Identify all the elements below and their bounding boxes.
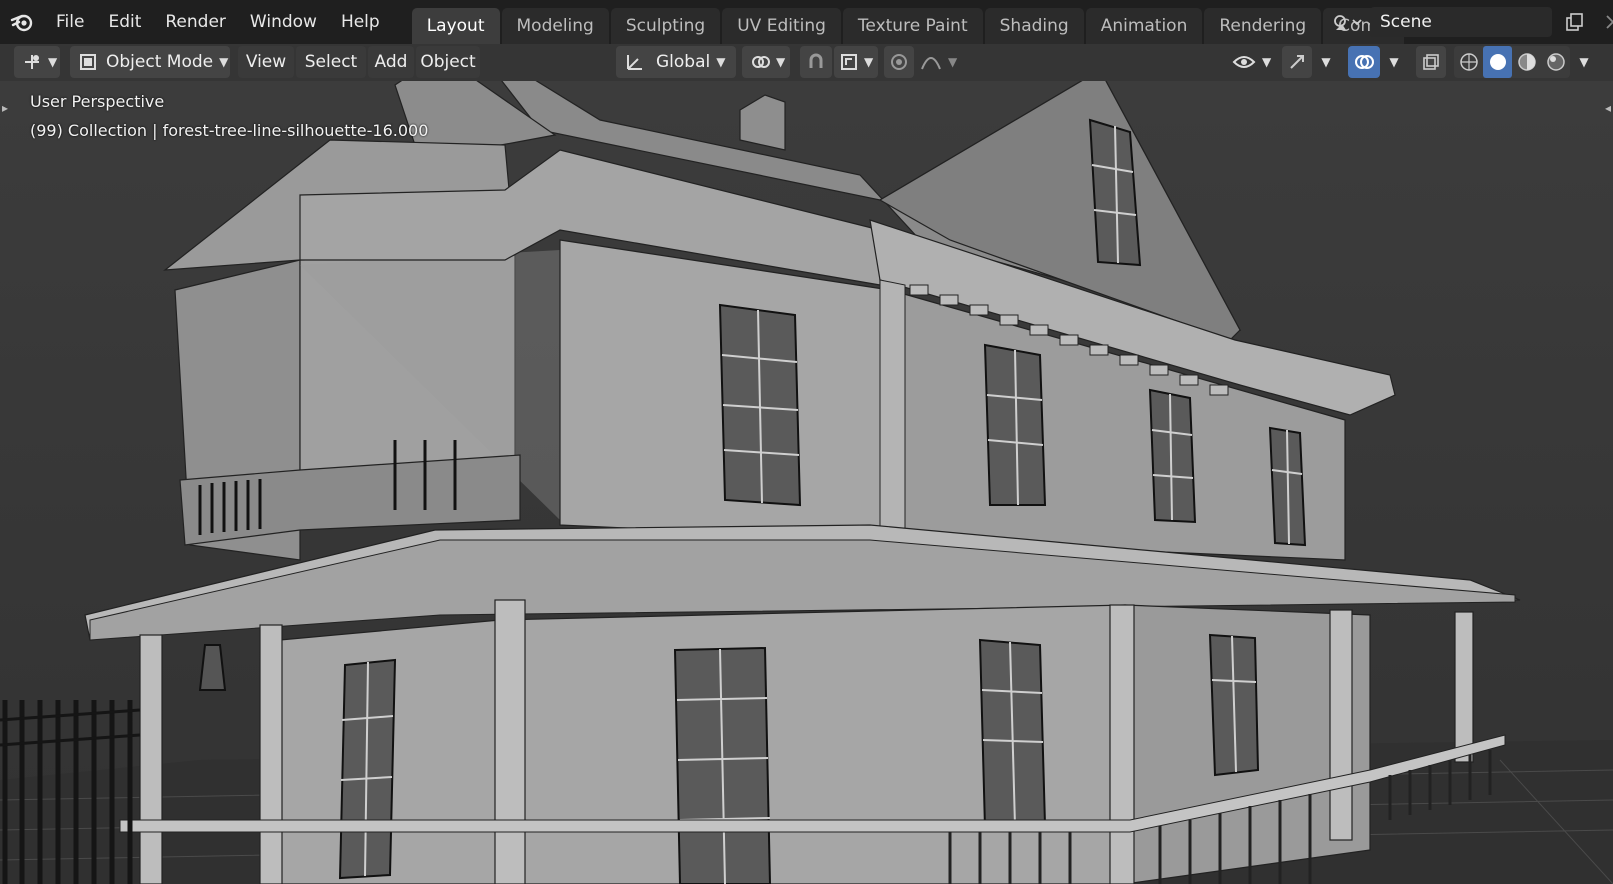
menu-help[interactable]: Help xyxy=(329,0,392,44)
proportional-edit-icon xyxy=(891,54,907,70)
snap-target-dropdown[interactable]: ▼ xyxy=(834,46,878,78)
tab-shading[interactable]: Shading xyxy=(984,8,1084,44)
workspace-tabs: Layout Modeling Sculpting UV Editing Tex… xyxy=(411,0,1406,44)
material-shading-icon[interactable] xyxy=(1512,52,1541,72)
menu-render[interactable]: Render xyxy=(153,0,238,44)
close-icon[interactable] xyxy=(1598,7,1613,37)
snap-toggle[interactable] xyxy=(800,46,832,78)
visibility-icon xyxy=(1232,56,1256,68)
tab-modeling[interactable]: Modeling xyxy=(501,8,609,44)
scene-name-field[interactable]: Scene xyxy=(1370,7,1552,37)
tab-rendering[interactable]: Rendering xyxy=(1204,8,1322,44)
proportional-edit-toggle[interactable] xyxy=(884,46,914,78)
orientation-label: Global xyxy=(656,52,711,72)
gizmo-toggle[interactable] xyxy=(1282,46,1312,78)
object-mode-label: Object Mode xyxy=(106,52,214,72)
wireframe-shading-icon[interactable] xyxy=(1454,52,1483,72)
menu-window[interactable]: Window xyxy=(238,0,329,44)
xray-icon xyxy=(1423,54,1439,70)
scene-selector: Scene xyxy=(1326,4,1613,40)
shading-dropdown[interactable]: ▼ xyxy=(1572,46,1596,78)
viewport-collection-label: (99) Collection | forest-tree-line-silho… xyxy=(30,121,429,140)
overlay-dropdown[interactable]: ▼ xyxy=(1382,46,1406,78)
xray-toggle[interactable] xyxy=(1416,46,1446,78)
tab-texture-paint[interactable]: Texture Paint xyxy=(842,8,983,44)
overlay-icon xyxy=(1355,55,1374,69)
viewport-perspective-label: User Perspective xyxy=(30,92,165,111)
tab-sculpting[interactable]: Sculpting xyxy=(610,8,721,44)
tab-animation[interactable]: Animation xyxy=(1085,8,1203,44)
object-menu[interactable]: Object xyxy=(416,46,480,78)
tab-uv-editing[interactable]: UV Editing xyxy=(722,8,841,44)
house-model-render xyxy=(0,81,1613,884)
add-menu[interactable]: Add xyxy=(368,46,414,78)
pivot-dropdown[interactable]: ▼ xyxy=(742,46,790,78)
object-mode-icon xyxy=(80,54,96,70)
scene-icon[interactable] xyxy=(1326,5,1370,39)
sidebar-expand-icon[interactable]: ◂ xyxy=(1605,101,1611,115)
transform-orientation-dropdown[interactable]: Global ▼ xyxy=(616,46,736,78)
menu-edit[interactable]: Edit xyxy=(96,0,153,44)
view-menu[interactable]: View xyxy=(238,46,294,78)
editor-type-icon[interactable]: ▼ xyxy=(14,46,60,78)
3d-viewport[interactable]: User Perspective (99) Collection | fores… xyxy=(0,81,1613,884)
menu-file[interactable]: File xyxy=(44,0,96,44)
tab-layout[interactable]: Layout xyxy=(411,8,500,44)
snap-icon xyxy=(809,53,823,68)
rendered-shading-icon[interactable] xyxy=(1541,52,1570,72)
falloff-dropdown[interactable]: ▼ xyxy=(916,46,962,78)
toolbar-expand-icon[interactable]: ▸ xyxy=(2,101,8,115)
object-mode-dropdown[interactable]: Object Mode ▼ xyxy=(70,46,230,78)
gizmo-icon xyxy=(1290,55,1304,69)
solid-shading-icon[interactable] xyxy=(1483,46,1512,78)
shading-mode-group xyxy=(1454,46,1570,78)
pivot-icon xyxy=(752,56,770,68)
new-window-icon[interactable] xyxy=(1560,7,1590,37)
transform-orientation-icon xyxy=(627,55,642,70)
visibility-dropdown[interactable]: ▼ xyxy=(1228,46,1276,78)
blender-logo-icon[interactable] xyxy=(0,0,44,44)
overlay-toggle[interactable] xyxy=(1348,46,1380,78)
gizmo-dropdown[interactable]: ▼ xyxy=(1314,46,1338,78)
select-menu[interactable]: Select xyxy=(296,46,366,78)
